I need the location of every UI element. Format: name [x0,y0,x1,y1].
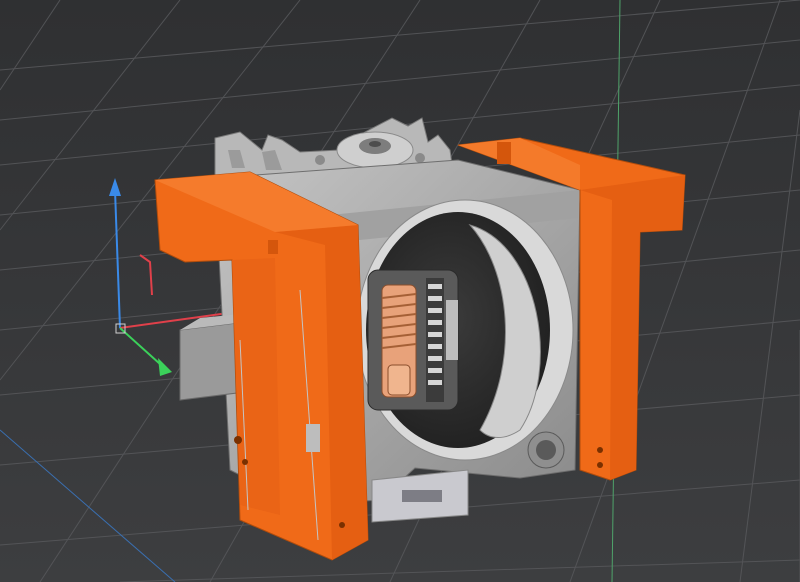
bottom-mount-slot [402,490,442,502]
viewport-canvas[interactable] [0,0,800,582]
3d-viewport[interactable] [0,0,800,582]
idler-teeth [428,284,442,385]
drive-gear-assembly[interactable] [367,269,459,411]
